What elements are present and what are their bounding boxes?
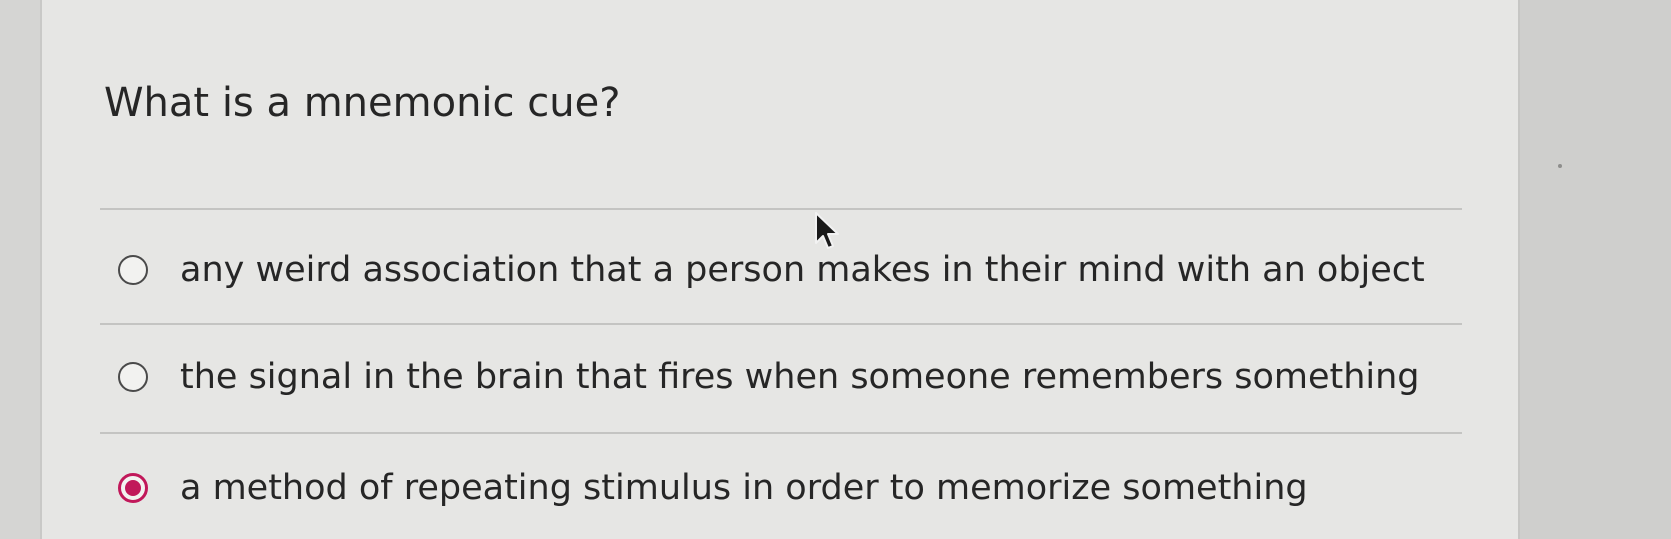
answer-option-2[interactable]: the signal in the brain that fires when …: [118, 357, 1420, 397]
answer-option-label: a method of repeating stimulus in order …: [180, 468, 1308, 508]
answer-option-label: the signal in the brain that fires when …: [180, 357, 1420, 397]
divider: [100, 323, 1462, 325]
answer-option-3[interactable]: a method of repeating stimulus in order …: [118, 468, 1308, 508]
small-dot: [1558, 164, 1562, 168]
answer-option-label: any weird association that a person make…: [180, 250, 1425, 290]
radio-button-unselected[interactable]: [118, 255, 148, 285]
answer-option-1[interactable]: any weird association that a person make…: [118, 250, 1425, 290]
divider: [100, 432, 1462, 434]
radio-button-selected[interactable]: [118, 473, 148, 503]
right-edge-area: [1520, 0, 1671, 539]
left-edge-strip: [0, 0, 40, 539]
radio-button-unselected[interactable]: [118, 362, 148, 392]
mouse-pointer-icon: [815, 212, 839, 249]
divider-top: [100, 208, 1462, 210]
question-text: What is a mnemonic cue?: [104, 80, 621, 126]
